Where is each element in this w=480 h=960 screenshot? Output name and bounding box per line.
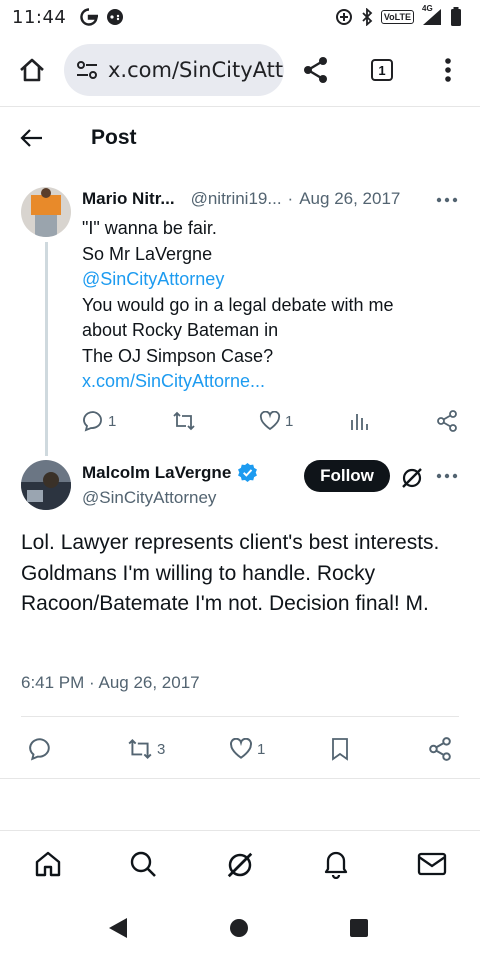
browser-toolbar: x.com/SinCityAttorney 1: [0, 40, 480, 100]
signal-icon: 4G: [422, 4, 442, 26]
repost-button[interactable]: 3: [127, 737, 165, 761]
reply-icon: [83, 411, 102, 432]
volte-icon: VoLTE: [380, 10, 414, 24]
site-settings-icon[interactable]: [76, 60, 98, 80]
bluetooth-icon: [361, 8, 373, 26]
share-post-button[interactable]: [436, 410, 458, 432]
data-saver-icon: [335, 8, 353, 26]
system-home-icon[interactable]: [229, 918, 249, 938]
game-controller-icon: [106, 8, 124, 26]
views-button[interactable]: [349, 411, 369, 431]
parent-author-handle[interactable]: @nitrini19...: [191, 189, 282, 209]
more-options-icon[interactable]: [436, 196, 458, 204]
mention-link[interactable]: @SinCityAttorney: [82, 267, 394, 293]
like-count: 1: [257, 740, 266, 758]
parent-author-name[interactable]: Mario Nitr...: [82, 189, 175, 209]
bookmark-icon: [332, 738, 348, 761]
main-author-name[interactable]: Malcolm LaVergne: [82, 463, 231, 483]
nav-home-icon[interactable]: [34, 850, 62, 878]
grok-icon[interactable]: [400, 466, 424, 490]
tweet-line: You would go in a legal debate with me: [82, 294, 394, 315]
system-navigation: [0, 900, 480, 960]
url-text: x.com/SinCityAttorney: [108, 58, 284, 82]
post-header: Post: [0, 112, 480, 164]
repost-icon: [128, 738, 152, 760]
reply-icon: [29, 738, 50, 761]
repost-icon: [173, 411, 195, 431]
parent-tweet-text: "I" wanna be fair. So Mr LaVergne @SinCi…: [82, 216, 394, 395]
follow-button[interactable]: Follow: [304, 460, 390, 492]
parent-tweet-header: Mario Nitr... @nitrini19... · Aug 26, 20…: [82, 189, 400, 209]
browser-divider: [0, 106, 480, 107]
repost-count: 3: [157, 740, 166, 758]
heart-icon: [259, 411, 281, 431]
bottom-navigation: [0, 832, 480, 894]
bottom-nav-divider: [0, 830, 480, 831]
tweet-line: So Mr LaVergne: [82, 243, 213, 264]
battery-icon: [450, 7, 462, 27]
like-button[interactable]: 1: [259, 411, 293, 431]
tweet-line: about Rocky Bateman in: [82, 320, 279, 340]
date-separator: ·: [287, 189, 294, 208]
nav-search-icon[interactable]: [129, 850, 157, 878]
heart-icon: [230, 738, 252, 759]
status-bar: 11:44 VoLTE 4G: [0, 0, 480, 34]
nav-messages-icon[interactable]: [417, 851, 447, 877]
repost-button[interactable]: [172, 410, 196, 432]
avatar[interactable]: [21, 460, 71, 510]
analytics-icon: [351, 414, 368, 430]
browser-menu-icon[interactable]: [438, 56, 458, 84]
like-count: 1: [285, 412, 294, 430]
like-button[interactable]: 1: [229, 738, 265, 760]
address-bar[interactable]: x.com/SinCityAttorney: [64, 44, 284, 96]
main-tweet-text: Lol. Lawyer represents client's best int…: [21, 531, 440, 615]
avatar[interactable]: [21, 187, 71, 237]
system-back-icon[interactable]: [107, 916, 129, 940]
nav-notifications-icon[interactable]: [322, 849, 350, 879]
parent-tweet-date[interactable]: Aug 26, 2017: [299, 189, 400, 209]
nav-grok-icon[interactable]: [225, 850, 255, 880]
system-recents-icon[interactable]: [349, 918, 369, 938]
url-link[interactable]: x.com/SinCityAttorne...: [82, 369, 394, 395]
share-icon: [429, 737, 451, 761]
main-author-handle[interactable]: @SinCityAttorney: [82, 488, 216, 508]
home-icon[interactable]: [18, 56, 46, 84]
reply-count: 1: [108, 412, 117, 430]
reply-button[interactable]: 1: [82, 410, 116, 432]
tweet-line: The OJ Simpson Case?: [82, 345, 274, 366]
back-arrow-icon[interactable]: [20, 126, 44, 150]
tweet-divider: [21, 716, 459, 717]
status-time: 11:44: [12, 6, 67, 28]
main-tweet-timestamp[interactable]: 6:41 PM · Aug 26, 2017: [21, 673, 200, 693]
google-g-icon: [80, 8, 99, 26]
network-type-label: 4G: [422, 4, 433, 13]
verified-badge-icon: [237, 462, 258, 483]
reply-button[interactable]: [28, 737, 52, 761]
share-icon: [437, 410, 457, 432]
more-options-icon[interactable]: [436, 472, 458, 480]
tab-count: 1: [371, 59, 393, 81]
main-tweet-actions: 3 1: [0, 736, 480, 762]
share-post-button[interactable]: [428, 737, 452, 761]
parent-tweet-actions: 1 1: [0, 408, 480, 434]
bookmark-button[interactable]: [330, 737, 350, 761]
tweet-line: "I" wanna be fair.: [82, 218, 217, 238]
main-tweet-author: Malcolm LaVergne: [82, 462, 258, 483]
share-icon[interactable]: [302, 56, 330, 84]
tab-switcher-button[interactable]: 1: [371, 59, 393, 81]
actions-divider: [0, 778, 480, 779]
page-title: Post: [91, 126, 137, 149]
